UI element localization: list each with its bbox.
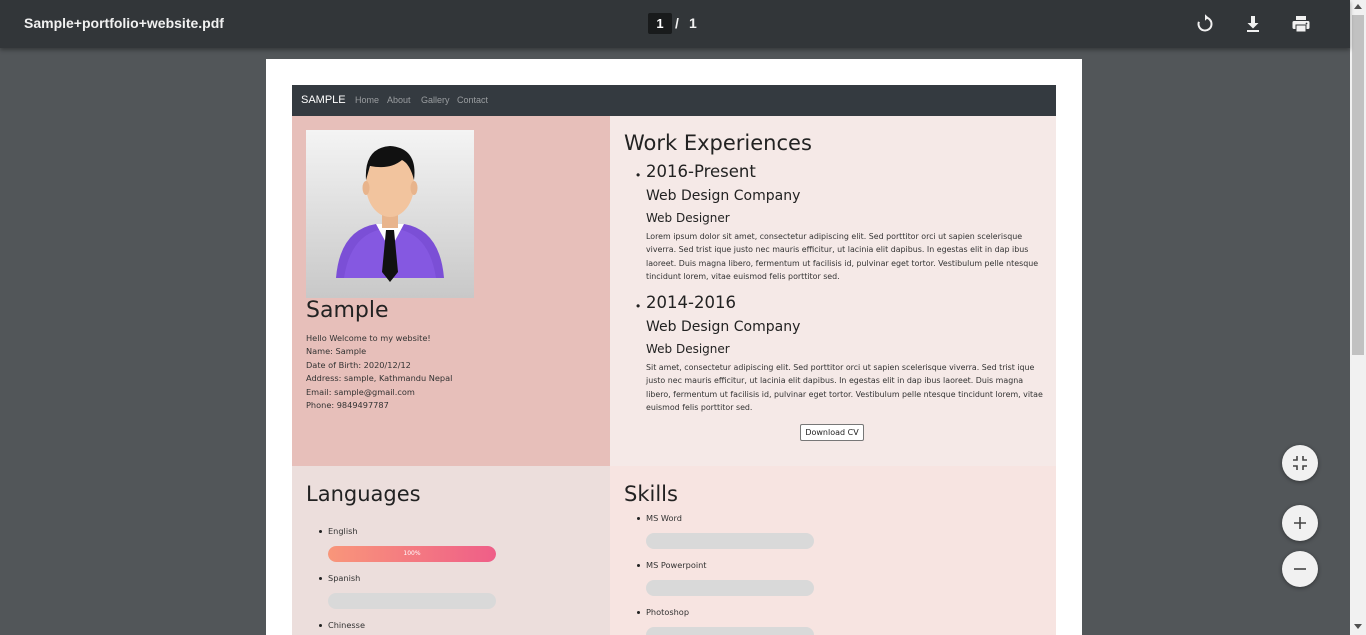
vertical-scrollbar[interactable] xyxy=(1350,0,1366,635)
scroll-down-arrow-icon[interactable] xyxy=(1354,624,1362,629)
skill-progress-bar xyxy=(646,580,814,596)
skills-panel: Skills MS Word MS Powerpoint Photoshop xyxy=(610,466,1056,635)
nav-gallery-link[interactable]: Gallery xyxy=(421,95,450,105)
skill-name: MS Word xyxy=(646,513,682,523)
profile-info-line[interactable]: Email: sample@gmail.com xyxy=(306,387,415,397)
language-name: Spanish xyxy=(328,573,361,583)
download-cv-button[interactable]: Download CV xyxy=(800,424,864,441)
fit-page-icon[interactable] xyxy=(1282,445,1318,481)
bullet-icon xyxy=(319,624,322,627)
bullet-icon: • xyxy=(636,299,641,313)
skill-name: MS Powerpoint xyxy=(646,560,707,570)
bullet-icon xyxy=(637,611,640,614)
document-title: Sample+portfolio+website.pdf xyxy=(24,15,224,31)
total-pages: 1 xyxy=(689,15,697,31)
profile-info-line: Phone: 9849497787 xyxy=(306,400,389,410)
rotate-icon[interactable] xyxy=(1193,12,1217,36)
skill-progress-bar xyxy=(646,533,814,549)
current-page-input[interactable]: 1 xyxy=(648,13,672,34)
work-company: Web Design Company xyxy=(646,319,801,335)
zoom-out-icon[interactable] xyxy=(1282,551,1318,587)
bullet-icon xyxy=(637,564,640,567)
language-progress-bar: 100% xyxy=(328,546,496,562)
language-name: English xyxy=(328,526,358,536)
work-role: Web Designer xyxy=(646,342,730,356)
language-progress-bar xyxy=(328,593,496,609)
zoom-in-icon[interactable] xyxy=(1282,505,1318,541)
work-experience-panel: Work Experiences • 2016-Present Web Desi… xyxy=(610,116,1056,466)
download-icon[interactable] xyxy=(1241,12,1265,36)
site-navbar: SAMPLE Home About Gallery Contact xyxy=(292,85,1056,116)
work-role: Web Designer xyxy=(646,211,730,225)
work-company: Web Design Company xyxy=(646,188,801,204)
skill-name: Photoshop xyxy=(646,607,690,617)
work-heading: Work Experiences xyxy=(624,131,812,155)
nav-about-link[interactable]: About xyxy=(387,95,411,105)
nav-contact-link[interactable]: Contact xyxy=(457,95,488,105)
pdf-toolbar: Sample+portfolio+website.pdf 1 / 1 xyxy=(0,0,1350,48)
skill-progress-bar xyxy=(646,627,814,635)
bullet-icon xyxy=(319,530,322,533)
bullet-icon xyxy=(637,517,640,520)
nav-home-link[interactable]: Home xyxy=(355,95,379,105)
language-name: Chinesse xyxy=(328,620,365,630)
profile-info-line: Address: sample, Kathmandu Nepal xyxy=(306,373,453,383)
page-separator: / xyxy=(675,15,679,31)
pdf-page: SAMPLE Home About Gallery Contact Sample… xyxy=(266,59,1082,635)
profile-panel: Sample Hello Welcome to my website! Name… xyxy=(292,116,610,466)
scroll-up-arrow-icon[interactable] xyxy=(1354,4,1362,9)
languages-heading: Languages xyxy=(306,482,421,506)
profile-info-line: Name: Sample xyxy=(306,346,367,356)
site-brand: SAMPLE xyxy=(301,94,346,106)
language-progress-fill: 100% xyxy=(328,546,496,562)
profile-info-line: Date of Birth: 2020/12/12 xyxy=(306,360,411,370)
work-years: 2016-Present xyxy=(646,162,756,181)
profile-info-line: Hello Welcome to my website! xyxy=(306,333,431,343)
work-description: Lorem ipsum dolor sit amet, consectetur … xyxy=(646,232,1039,282)
skills-heading: Skills xyxy=(624,482,678,506)
profile-name: Sample xyxy=(306,298,389,323)
scroll-thumb[interactable] xyxy=(1352,15,1364,355)
profile-avatar xyxy=(306,130,474,298)
bullet-icon: • xyxy=(636,168,641,182)
work-description: Sit amet, consectetur adipiscing elit. S… xyxy=(646,363,1043,413)
work-years: 2014-2016 xyxy=(646,293,736,312)
print-icon[interactable] xyxy=(1289,12,1313,36)
bullet-icon xyxy=(319,577,322,580)
languages-panel: Languages English 100% Spanish Chinesse xyxy=(292,466,610,635)
